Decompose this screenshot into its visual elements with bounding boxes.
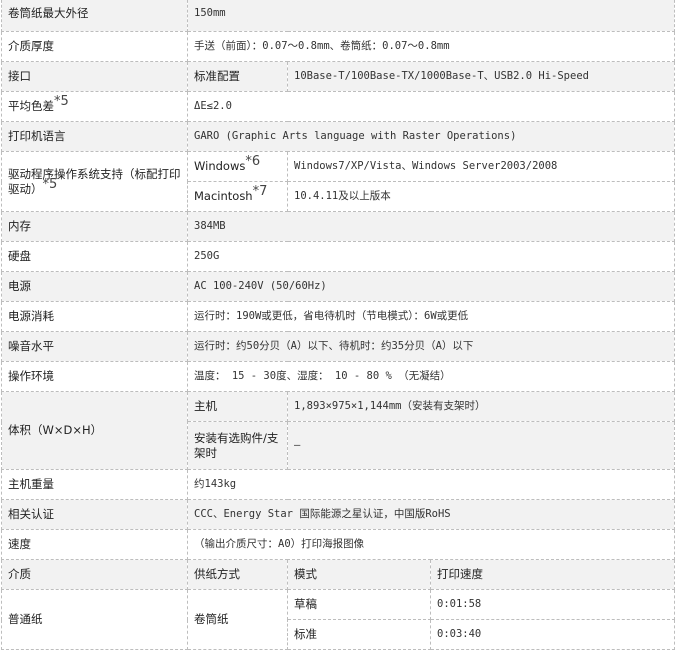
spec-label: 电源: [1, 271, 188, 302]
spec-value: CCC、Energy Star 国际能源之星认证，中国版RoHS: [186, 499, 675, 530]
spec-value: 250G: [186, 241, 675, 272]
spec-row: 打印机语言 GARO (Graphic Arts language with R…: [1, 121, 675, 152]
spec-row: 接口 标准配置 10Base-T/100Base-TX/1000Base-T、U…: [1, 61, 675, 92]
spec-row: 硬盘 250G: [1, 241, 675, 272]
spec-row: 主机重量 约143kg: [1, 469, 675, 500]
spec-table: 卷筒纸最大外径 150mm 介质厚度 手送（前面）：0.07〜0.8mm、卷筒纸…: [1, 0, 675, 650]
speed-time: 0:01:58: [429, 589, 675, 620]
column-header-mode: 模式: [287, 559, 431, 590]
spec-row: 速度 （输出介质尺寸：A0）打印海报图像: [1, 529, 675, 560]
spec-value: 10.4.11及以上版本: [286, 181, 675, 212]
spec-row: 操作环境 温度： 15 - 30度、湿度： 10 - 80 % （无凝结）: [1, 361, 675, 392]
footnote-marker: *5: [42, 176, 58, 192]
footnote-marker: *6: [245, 154, 261, 169]
spec-value: GARO (Graphic Arts language with Raster …: [186, 121, 675, 152]
speed-media: 普通纸: [1, 589, 188, 650]
spec-value: 运行时：约50分贝（A）以下、待机时：约35分贝（A）以下: [186, 331, 675, 362]
spec-label: 接口: [1, 61, 188, 92]
spec-row: 噪音水平 运行时：约50分贝（A）以下、待机时：约35分贝（A）以下: [1, 331, 675, 362]
spec-value: 150mm: [186, 0, 675, 32]
spec-value: AC 100-240V (50/60Hz): [186, 271, 675, 302]
spec-sub-label: 安装有选购件/支架时: [187, 421, 288, 470]
spec-value: （输出介质尺寸：A0）打印海报图像: [186, 529, 675, 560]
column-header-feed: 供纸方式: [187, 559, 288, 590]
speed-feed: 卷筒纸: [187, 589, 288, 650]
spec-value: –: [286, 421, 675, 470]
speed-mode: 标准: [287, 619, 431, 650]
spec-value: 手送（前面）：0.07〜0.8mm、卷筒纸：0.07〜0.8mm: [186, 31, 675, 62]
spec-sub-label: Windows*6: [187, 151, 288, 182]
spec-label: 操作环境: [1, 361, 188, 392]
speed-time: 0:03:40: [429, 619, 675, 650]
spec-row: 介质厚度 手送（前面）：0.07〜0.8mm、卷筒纸：0.07〜0.8mm: [1, 31, 675, 62]
spec-value: 1,893×975×1,144mm（安装有支架时）: [286, 391, 675, 422]
footnote-marker: *5: [54, 94, 69, 109]
spec-label: 驱动程序操作系统支持（标配打印驱动）*5: [1, 151, 188, 212]
column-header-media: 介质: [1, 559, 188, 590]
spec-row: 体积（W×D×H） 主机 1,893×975×1,144mm（安装有支架时）: [1, 391, 675, 470]
spec-label: 体积（W×D×H）: [1, 391, 188, 470]
spec-row: 平均色差*5 ΔE≤2.0: [1, 91, 675, 122]
spec-row: 卷筒纸最大外径 150mm: [1, 0, 675, 32]
spec-row: 内存 384MB: [1, 211, 675, 242]
spec-sub-label: 主机: [187, 391, 288, 422]
spec-value: Windows7/XP/Vista、Windows Server2003/200…: [286, 151, 675, 182]
spec-label: 内存: [1, 211, 188, 242]
spec-row: 相关认证 CCC、Energy Star 国际能源之星认证，中国版RoHS: [1, 499, 675, 530]
speed-header-row: 介质 供纸方式 模式 打印速度: [1, 559, 675, 590]
speed-row: 普通纸 卷筒纸 草稿 0:01:58: [1, 589, 675, 650]
spec-label: 卷筒纸最大外径: [1, 0, 188, 32]
spec-value: ΔE≤2.0: [186, 91, 675, 122]
spec-row: 电源 AC 100-240V (50/60Hz): [1, 271, 675, 302]
spec-label: 打印机语言: [1, 121, 188, 152]
column-header-print-speed: 打印速度: [429, 559, 675, 590]
spec-value: 10Base-T/100Base-TX/1000Base-T、USB2.0 Hi…: [286, 61, 675, 92]
speed-mode: 草稿: [287, 589, 431, 620]
spec-sub-label: Macintosh*7: [187, 181, 288, 212]
spec-label: 电源消耗: [1, 301, 188, 332]
spec-label: 相关认证: [1, 499, 188, 530]
footnote-marker: *7: [252, 184, 268, 199]
spec-sub-label: 标准配置: [187, 61, 288, 92]
spec-label: 平均色差*5: [1, 91, 188, 122]
spec-label: 介质厚度: [1, 31, 188, 62]
spec-row: 驱动程序操作系统支持（标配打印驱动）*5 Windows*6 Windows7/…: [1, 151, 675, 212]
spec-value: 384MB: [186, 211, 675, 242]
spec-label: 主机重量: [1, 469, 188, 500]
spec-value: 温度： 15 - 30度、湿度： 10 - 80 % （无凝结）: [186, 361, 675, 392]
spec-label: 速度: [1, 529, 188, 560]
spec-value: 运行时：190W或更低，省电待机时（节电模式）：6W或更低: [186, 301, 675, 332]
spec-label: 硬盘: [1, 241, 188, 272]
spec-label: 噪音水平: [1, 331, 188, 362]
spec-row: 电源消耗 运行时：190W或更低，省电待机时（节电模式）：6W或更低: [1, 301, 675, 332]
spec-value: 约143kg: [186, 469, 675, 500]
